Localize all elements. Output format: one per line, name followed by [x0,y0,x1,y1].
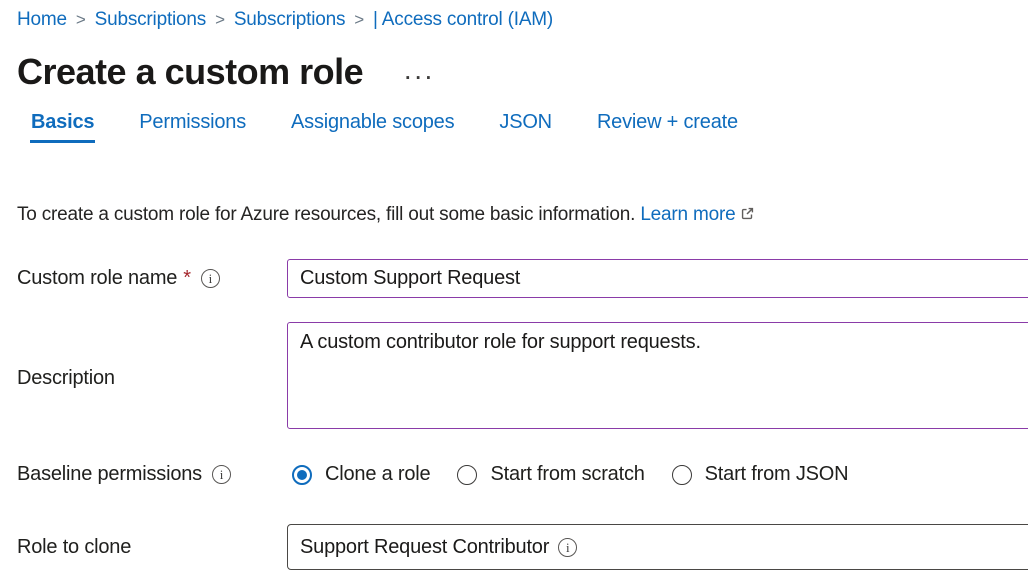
breadcrumb-subscriptions-2[interactable]: Subscriptions [234,9,345,31]
info-icon[interactable]: i [558,538,577,557]
custom-role-name-label-text: Custom role name [17,267,177,290]
breadcrumb-separator: > [76,10,86,30]
info-icon[interactable]: i [212,465,231,484]
radio-label: Clone a role [325,463,430,486]
breadcrumb-separator: > [215,10,225,30]
radio-clone-a-role[interactable]: Clone a role [292,463,430,486]
baseline-permissions-label-text: Baseline permissions [17,463,202,486]
breadcrumb-home[interactable]: Home [17,9,67,31]
role-to-clone-value: Support Request Contributor [300,536,549,559]
radio-start-from-json[interactable]: Start from JSON [672,463,849,486]
external-link-icon [740,205,755,220]
radio-start-from-scratch[interactable]: Start from scratch [457,463,644,486]
description-row: Description A custom contributor role fo… [17,322,1028,434]
title-row: Create a custom role ··· [17,52,1028,92]
more-options-button[interactable]: ··· [405,69,436,88]
baseline-permissions-row: Baseline permissions i Clone a role Star… [17,463,1028,486]
tab-review-create[interactable]: Review + create [596,105,739,143]
role-to-clone-label-text: Role to clone [17,536,131,559]
tab-bar: Basics Permissions Assignable scopes JSO… [30,105,1028,143]
tab-permissions[interactable]: Permissions [138,105,247,143]
radio-button-icon [292,465,312,485]
breadcrumb-separator: > [354,10,364,30]
role-to-clone-row: Role to clone Support Request Contributo… [17,524,1028,570]
required-marker: * [183,267,191,290]
description-label-text: Description [17,367,115,390]
breadcrumb: Home > Subscriptions > Subscriptions > |… [17,9,1028,31]
role-to-clone-label: Role to clone [17,536,287,559]
custom-role-name-row: Custom role name * i [17,259,1028,298]
breadcrumb-current-access-control: | Access control (IAM) [373,9,553,31]
tab-json[interactable]: JSON [498,105,553,143]
radio-button-icon [457,465,477,485]
info-icon[interactable]: i [201,269,220,288]
baseline-permissions-label: Baseline permissions i [17,463,287,486]
radio-label: Start from JSON [705,463,849,486]
custom-role-name-label: Custom role name * i [17,267,287,290]
learn-more-link[interactable]: Learn more [640,204,735,225]
description-textarea[interactable]: A custom contributor role for support re… [287,322,1028,429]
page-title: Create a custom role [17,52,363,92]
custom-role-name-input[interactable] [287,259,1028,298]
breadcrumb-subscriptions[interactable]: Subscriptions [95,9,206,31]
radio-label: Start from scratch [490,463,644,486]
create-custom-role-page: Home > Subscriptions > Subscriptions > |… [0,0,1028,586]
intro-text: To create a custom role for Azure resour… [17,204,1028,226]
intro-sentence: To create a custom role for Azure resour… [17,204,635,225]
tab-basics[interactable]: Basics [30,105,95,143]
baseline-permissions-radio-group: Clone a role Start from scratch Start fr… [287,463,1028,486]
radio-button-icon [672,465,692,485]
tab-assignable-scopes[interactable]: Assignable scopes [290,105,455,143]
description-label: Description [17,367,287,390]
role-to-clone-combobox[interactable]: Support Request Contributor i [287,524,1028,570]
